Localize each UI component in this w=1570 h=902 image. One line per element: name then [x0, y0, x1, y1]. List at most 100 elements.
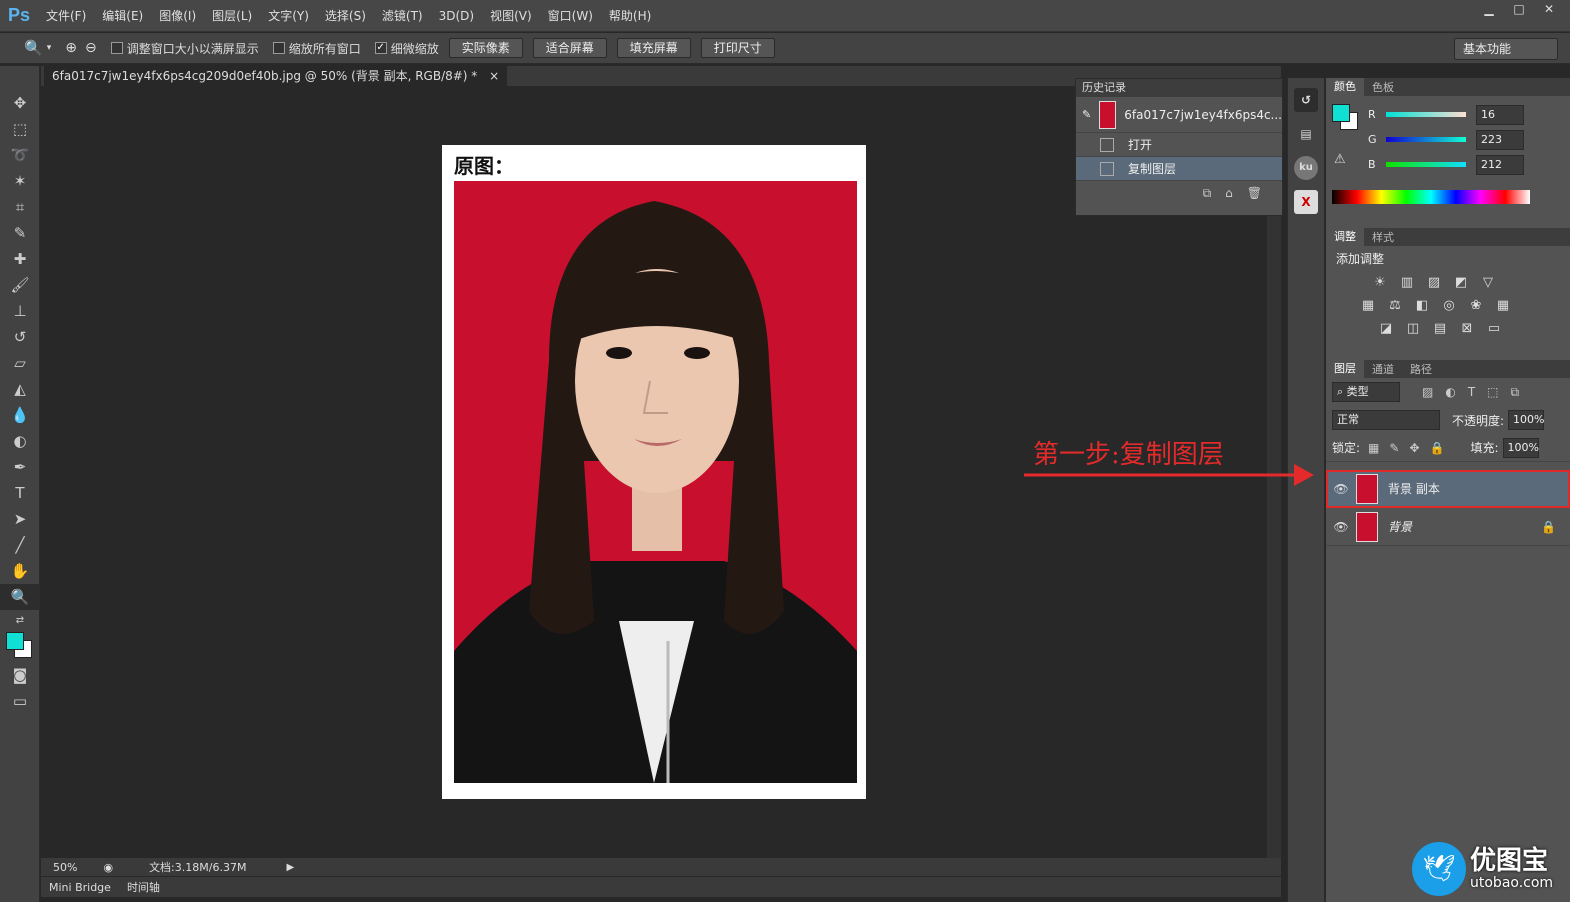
play-arrow-icon[interactable]: ▶	[286, 862, 294, 873]
vibrance-icon[interactable]: ▽	[1478, 273, 1498, 293]
tab-channels[interactable]: 通道	[1364, 361, 1402, 377]
actual-pixels-button[interactable]: 实际像素	[448, 38, 523, 58]
fill-input[interactable]: 100%	[1502, 437, 1539, 458]
zoom-in-icon[interactable]: ⊕	[65, 40, 77, 56]
brush-tool-icon[interactable]: 🖌	[0, 272, 40, 298]
menu-3d[interactable]: 3D(D)	[431, 0, 482, 32]
filter-type-icon[interactable]: T	[1468, 385, 1475, 400]
foreground-color-swatch[interactable]	[6, 632, 24, 650]
workspace-select[interactable]: 基本功能	[1454, 38, 1558, 60]
tab-color[interactable]: 颜色	[1326, 78, 1364, 96]
close-tab-icon[interactable]: ×	[489, 69, 499, 83]
filter-smart-icon[interactable]: ⧉	[1511, 385, 1520, 400]
tab-adjustments[interactable]: 调整	[1326, 228, 1364, 246]
properties-panel-icon[interactable]: ▤	[1294, 122, 1318, 146]
lock-move-icon[interactable]: ✥	[1409, 441, 1419, 455]
slider-g[interactable]: G 223	[1326, 127, 1570, 152]
fill-screen-button[interactable]: 填充屏幕	[616, 38, 691, 58]
checkmark-icon[interactable]: ✓	[374, 42, 387, 54]
print-size-button[interactable]: 打印尺寸	[700, 38, 775, 58]
layer-row[interactable]: 👁 背景 🔒	[1326, 508, 1570, 546]
opacity-input[interactable]: 100%	[1508, 410, 1545, 430]
history-item-selected[interactable]: 复制图层	[1076, 157, 1282, 181]
hue-saturation-icon[interactable]: ▦	[1358, 296, 1378, 316]
close-icon[interactable]: ✕	[1536, 0, 1562, 18]
r-track[interactable]	[1386, 112, 1466, 117]
zoom-level[interactable]: 50%	[53, 861, 77, 874]
photo-filter-icon[interactable]: ◎	[1439, 296, 1459, 316]
extension-x-icon[interactable]: X	[1294, 190, 1318, 214]
filter-adjust-icon[interactable]: ◐	[1445, 385, 1455, 400]
blur-tool-icon[interactable]: 💧	[0, 402, 40, 428]
invert-icon[interactable]: ◪	[1376, 319, 1396, 339]
document-tab[interactable]: 6fa017c7jw1ey4fx6ps4cg209d0ef40b.jpg @ 5…	[44, 66, 508, 86]
visibility-eye-icon[interactable]: 👁	[1326, 482, 1356, 496]
zoom-out-icon[interactable]: ⊖	[85, 40, 97, 56]
tab-paths[interactable]: 路径	[1402, 361, 1440, 377]
blend-mode-select[interactable]: 正常	[1332, 410, 1440, 430]
menu-filter[interactable]: 滤镜(T)	[374, 0, 431, 32]
paint-bucket-icon[interactable]: ◭	[0, 376, 40, 402]
stamp-tool-icon[interactable]: ⊥	[0, 298, 40, 324]
b-track[interactable]	[1386, 162, 1466, 167]
color-swatches[interactable]	[0, 630, 40, 662]
menu-select[interactable]: 选择(S)	[317, 0, 374, 32]
dodge-tool-icon[interactable]: ◐	[0, 428, 40, 454]
menu-window[interactable]: 窗口(W)	[540, 0, 601, 32]
eyedropper-icon[interactable]: ✎	[0, 220, 40, 246]
menu-image[interactable]: 图像(I)	[151, 0, 204, 32]
levels-icon[interactable]: ▥	[1397, 273, 1417, 293]
zoom-tool-icon[interactable]: 🔍	[0, 584, 40, 610]
type-tool-icon[interactable]: T	[0, 480, 40, 506]
exposure-icon[interactable]: ◩	[1451, 273, 1471, 293]
chevron-down-icon[interactable]: ▾	[47, 43, 52, 53]
lock-all-icon[interactable]: 🔒	[1430, 441, 1445, 455]
history-brush-icon[interactable]: ✎	[1082, 108, 1091, 121]
checkbox-icon[interactable]	[110, 42, 123, 54]
menu-view[interactable]: 视图(V)	[482, 0, 540, 32]
layer-row-selected[interactable]: 👁 背景 副本	[1326, 470, 1570, 508]
swap-colors-icon[interactable]: ⇄	[0, 610, 40, 630]
path-select-icon[interactable]: ➤	[0, 506, 40, 532]
menu-file[interactable]: 文件(F)	[38, 0, 94, 32]
line-tool-icon[interactable]: ╱	[0, 532, 40, 558]
r-value[interactable]: 16	[1476, 104, 1524, 125]
resize-windows-checkbox[interactable]: 调整窗口大小以满屏显示	[110, 40, 259, 57]
crop-tool-icon[interactable]: ⌗	[0, 194, 40, 220]
pen-tool-icon[interactable]: ✒	[0, 454, 40, 480]
new-document-icon[interactable]: ⧉	[1203, 186, 1212, 201]
menu-edit[interactable]: 编辑(E)	[94, 0, 151, 32]
quick-mask-icon[interactable]: ◙	[0, 662, 40, 688]
zoom-tool-icon[interactable]: 🔍	[24, 39, 43, 57]
tab-mini-bridge[interactable]: Mini Bridge	[41, 881, 119, 894]
eraser-tool-icon[interactable]: ▱	[0, 350, 40, 376]
menu-help[interactable]: 帮助(H)	[601, 0, 659, 32]
history-panel-title[interactable]: 历史记录	[1082, 79, 1126, 97]
scrubby-zoom-checkbox[interactable]: ✓ 细微缩放	[374, 40, 439, 57]
camera-icon[interactable]: ⌂	[1225, 186, 1233, 200]
history-snapshot[interactable]: ✎ 6fa017c7jw1ey4fx6ps4c...	[1076, 97, 1282, 133]
selective-color-icon[interactable]: ⊠	[1457, 319, 1477, 339]
filter-shape-icon[interactable]: ⬚	[1487, 385, 1498, 400]
status-info-icon[interactable]: ◉	[103, 861, 113, 874]
filter-pixel-icon[interactable]: ▨	[1422, 385, 1433, 400]
color-lookup-icon[interactable]: ▦	[1493, 296, 1513, 316]
checkbox-icon[interactable]	[272, 42, 285, 54]
threshold-icon[interactable]: ▤	[1430, 319, 1450, 339]
menu-type[interactable]: 文字(Y)	[260, 0, 317, 32]
minimize-icon[interactable]: ▁	[1476, 0, 1502, 18]
lasso-tool-icon[interactable]: ➰	[0, 142, 40, 168]
history-item[interactable]: 打开	[1076, 133, 1282, 157]
tab-styles[interactable]: 样式	[1364, 229, 1402, 245]
layer-name[interactable]: 背景	[1388, 518, 1412, 535]
channel-mixer-icon[interactable]: ❀	[1466, 296, 1486, 316]
history-panel-icon[interactable]: ↺	[1294, 88, 1318, 112]
layer-name[interactable]: 背景 副本	[1388, 480, 1440, 497]
black-white-icon[interactable]: ◧	[1412, 296, 1432, 316]
curves-icon[interactable]: ▨	[1424, 273, 1444, 293]
screen-mode-icon[interactable]: ▭	[0, 688, 40, 714]
tab-layers[interactable]: 图层	[1326, 360, 1364, 378]
tab-timeline[interactable]: 时间轴	[119, 879, 168, 895]
layer-filter-select[interactable]: ⌕ 类型	[1332, 382, 1400, 402]
color-spectrum[interactable]	[1332, 190, 1530, 204]
